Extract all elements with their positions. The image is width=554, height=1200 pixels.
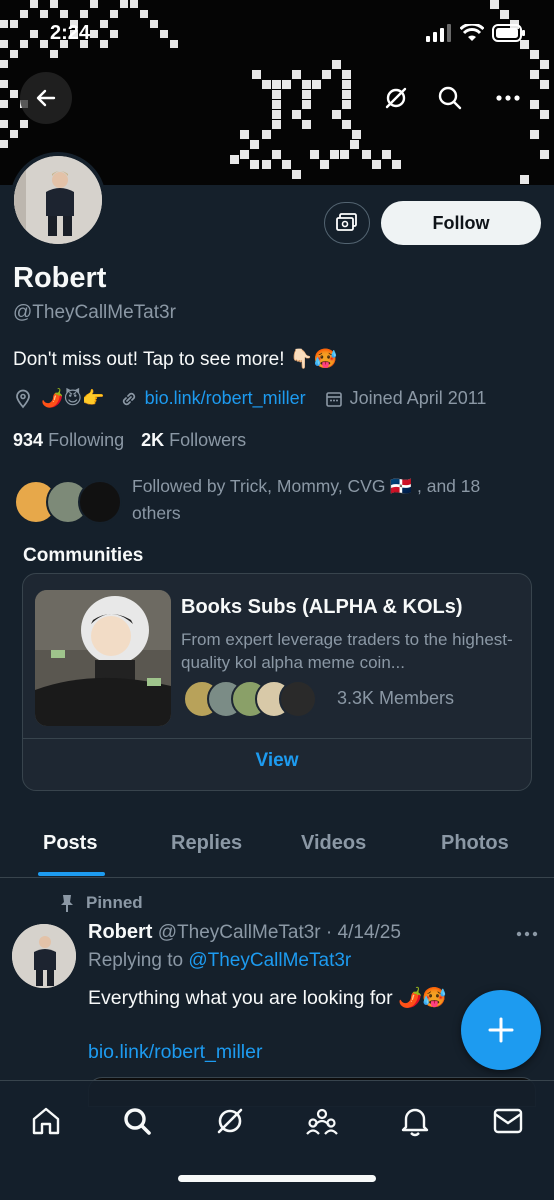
back-button[interactable] xyxy=(20,72,72,124)
joined-date: Joined April 2011 xyxy=(349,388,487,408)
status-time: 2:24 xyxy=(50,22,91,44)
search-icon xyxy=(438,86,462,110)
communities-icon xyxy=(306,1108,338,1135)
home-icon xyxy=(32,1107,60,1135)
followers-link[interactable]: 2K Followers xyxy=(141,430,246,450)
following-label: Following xyxy=(48,430,125,450)
community-card[interactable]: Books Subs (ALPHA & KOLs) From expert le… xyxy=(22,573,532,791)
communities-heading: Communities xyxy=(23,545,144,566)
status-icons xyxy=(426,24,526,42)
grok-button[interactable] xyxy=(370,72,422,124)
post-link[interactable]: bio.link/robert_miller xyxy=(88,1041,262,1064)
post-text: Everything what you are looking for 🌶️🥵 xyxy=(88,987,447,1009)
tab-replies[interactable]: Replies xyxy=(171,832,242,855)
community-members-count: 3.3K Members xyxy=(337,688,455,708)
nav-search[interactable] xyxy=(115,1099,159,1143)
followers-label: Followers xyxy=(169,430,247,450)
arrow-left-icon xyxy=(36,89,56,107)
post-author-name[interactable]: Robert xyxy=(88,921,152,943)
messages-icon xyxy=(493,1108,523,1134)
grok-icon xyxy=(217,1108,243,1134)
plus-icon xyxy=(488,1017,514,1043)
status-bar: 2:24 xyxy=(0,0,554,60)
follower-avatar xyxy=(78,480,122,524)
nav-communities[interactable] xyxy=(300,1099,344,1143)
community-member-avatars xyxy=(183,680,328,718)
followed-by-text[interactable]: Followed by Trick, Mommy, CVG 🇩🇴 , and 1… xyxy=(132,473,532,527)
ticket-icon xyxy=(336,213,357,231)
grok-icon xyxy=(385,87,407,109)
follow-stats: 934 Following 2K Followers xyxy=(13,430,246,451)
bottom-navigation xyxy=(0,1080,554,1200)
profile-name: Robert xyxy=(13,262,107,294)
more-horizontal-icon xyxy=(516,931,538,937)
replying-to-handle[interactable]: @TheyCallMeTat3r xyxy=(188,950,351,971)
nav-notifications[interactable] xyxy=(393,1099,437,1143)
nav-grok[interactable] xyxy=(208,1099,252,1143)
profile-tabs: Posts Replies Videos Photos xyxy=(0,826,554,878)
header-search-button[interactable] xyxy=(424,72,476,124)
tab-videos[interactable]: Videos xyxy=(301,832,366,855)
profile-bio: Don't miss out! Tap to see more! 👇🏻🥵 xyxy=(13,349,338,370)
community-name: Books Subs (ALPHA & KOLs) xyxy=(181,596,463,618)
replying-to-prefix: Replying to xyxy=(88,950,184,971)
community-view-button[interactable]: View xyxy=(23,750,531,772)
following-link[interactable]: 934 Following xyxy=(13,430,124,450)
tab-posts[interactable]: Posts xyxy=(43,832,97,855)
subscriptions-button[interactable] xyxy=(324,202,370,244)
profile-website-link[interactable]: bio.link/robert_miller xyxy=(145,388,306,409)
post-more-button[interactable] xyxy=(516,924,538,942)
calendar-icon xyxy=(325,391,342,407)
home-indicator[interactable] xyxy=(178,1175,376,1182)
nav-messages[interactable] xyxy=(486,1099,530,1143)
pinned-label: Pinned xyxy=(86,893,143,912)
signal-icon xyxy=(426,24,451,42)
post-date: · 4/14/25 xyxy=(325,922,401,943)
post-header: Robert @TheyCallMeTat3r · 4/14/25 xyxy=(88,921,401,944)
post-author-handle[interactable]: @TheyCallMeTat3r xyxy=(158,922,321,943)
divider xyxy=(23,738,531,739)
community-description: From expert leverage traders to the high… xyxy=(181,630,513,672)
followed-by-avatars[interactable] xyxy=(14,480,122,524)
follow-button[interactable]: Follow xyxy=(381,201,541,245)
replying-to: Replying to @TheyCallMeTat3r xyxy=(88,950,351,972)
followers-count: 2K xyxy=(141,430,165,450)
profile-handle: @TheyCallMeTat3r xyxy=(13,302,176,323)
search-icon xyxy=(124,1108,151,1135)
more-horizontal-icon xyxy=(496,95,520,101)
profile-meta: 🌶️😈👉 bio.link/robert_miller Joined April… xyxy=(13,388,486,409)
wifi-icon xyxy=(460,24,484,41)
following-count: 934 xyxy=(13,430,44,450)
member-avatar xyxy=(279,680,317,718)
active-tab-indicator xyxy=(38,872,105,876)
tab-photos[interactable]: Photos xyxy=(441,832,509,855)
pinned-indicator: Pinned xyxy=(58,893,143,913)
compose-post-button[interactable] xyxy=(461,990,541,1070)
location-emojis: 🌶️😈👉 xyxy=(41,388,105,409)
profile-avatar[interactable] xyxy=(10,152,106,248)
location-icon xyxy=(16,389,30,408)
community-image xyxy=(35,590,171,726)
link-icon xyxy=(122,392,135,405)
nav-home[interactable] xyxy=(24,1099,68,1143)
header-more-button[interactable] xyxy=(482,72,534,124)
battery-icon xyxy=(492,24,525,42)
pin-icon xyxy=(61,895,73,912)
post-author-avatar[interactable] xyxy=(12,924,76,988)
notifications-icon xyxy=(401,1108,429,1137)
